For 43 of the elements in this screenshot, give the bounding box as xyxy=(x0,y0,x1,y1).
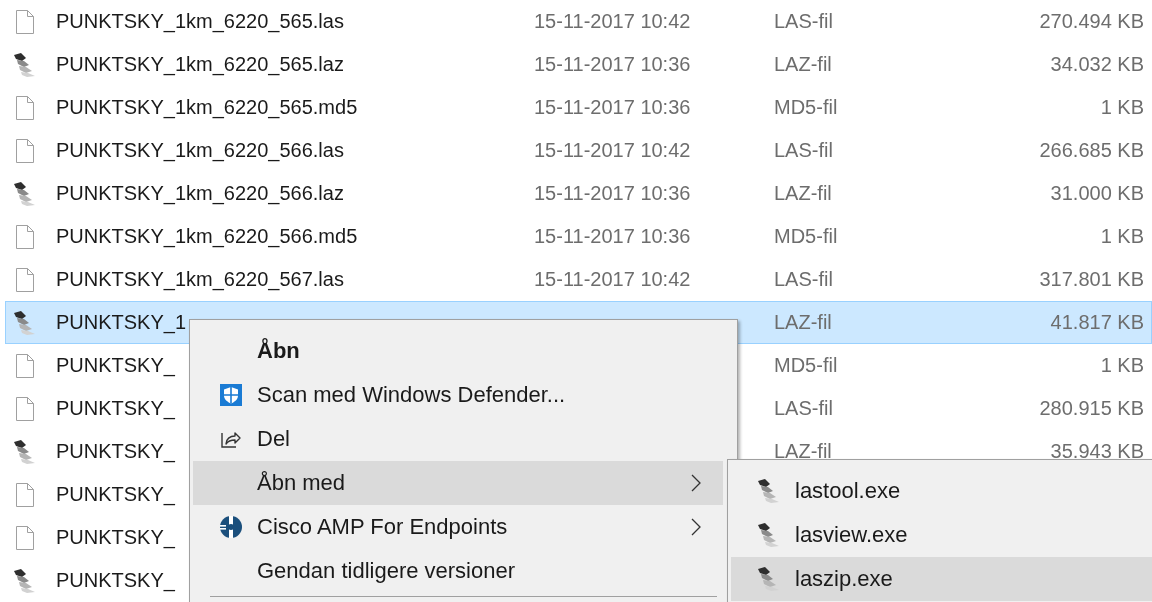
file-name: PUNKTSKY_1km_6220_566.las xyxy=(56,139,344,161)
file-type: LAS-fil xyxy=(774,139,833,161)
file-name: PUNKTSKY_ xyxy=(56,440,175,462)
file-size: 31.000 KB xyxy=(1050,182,1144,204)
file-name: PUNKTSKY_ xyxy=(56,397,175,419)
file-size: 317.801 KB xyxy=(1039,268,1144,290)
file-name: PUNKTSKY_1km_6220_567.las xyxy=(56,268,344,290)
file-type: LAZ-fil xyxy=(774,440,832,462)
file-type: LAZ-fil xyxy=(774,53,832,75)
file-name: PUNKTSKY_1km_6220_565.laz xyxy=(56,53,344,75)
file-size: 34.032 KB xyxy=(1050,53,1144,75)
file-name: PUNKTSKY_1km_6220_565.las xyxy=(56,10,344,32)
file-size: 1 KB xyxy=(1100,96,1144,118)
file-date: 15-11-2017 10:42 xyxy=(534,139,691,161)
file-type: LAS-fil xyxy=(774,10,833,32)
file-date: 15-11-2017 10:36 xyxy=(534,225,691,247)
file-size: 270.494 KB xyxy=(1039,10,1144,32)
file-name: PUNKTSKY_ xyxy=(56,526,175,548)
file-name: PUNKTSKY_1km_6220_565.md5 xyxy=(56,96,358,118)
file-size: 1 KB xyxy=(1100,354,1144,376)
file-size: 1 KB xyxy=(1100,225,1144,247)
file-name: PUNKTSKY_ xyxy=(56,483,175,505)
file-date: 15-11-2017 10:36 xyxy=(534,53,691,75)
file-name: PUNKTSKY_ xyxy=(56,354,175,376)
file-size: 266.685 KB xyxy=(1039,139,1144,161)
file-type: LAS-fil xyxy=(774,268,833,290)
file-size: 41.817 KB xyxy=(1050,311,1144,333)
file-type: MD5-fil xyxy=(774,354,838,376)
file-date: 15-11-2017 10:42 xyxy=(534,10,691,32)
file-type: LAZ-fil xyxy=(774,182,832,204)
file-name: PUNKTSKY_ xyxy=(56,569,175,591)
file-date: 15-11-2017 10:36 xyxy=(534,182,691,204)
file-name: PUNKTSKY_1km_6220_566.laz xyxy=(56,182,344,204)
file-size: 280.915 KB xyxy=(1039,397,1144,419)
file-name: PUNKTSKY_1km_6220_566.md5 xyxy=(56,225,358,247)
file-type: LAS-fil xyxy=(774,397,833,419)
file-size: 35.943 KB xyxy=(1050,440,1144,462)
file-type: MD5-fil xyxy=(774,96,838,118)
file-date: 15-11-2017 10:36 xyxy=(534,96,691,118)
file-type: LAZ-fil xyxy=(774,311,832,333)
file-type: MD5-fil xyxy=(774,225,838,247)
file-date: 15-11-2017 10:42 xyxy=(534,268,691,290)
file-name: PUNKTSKY_1 xyxy=(56,311,187,333)
